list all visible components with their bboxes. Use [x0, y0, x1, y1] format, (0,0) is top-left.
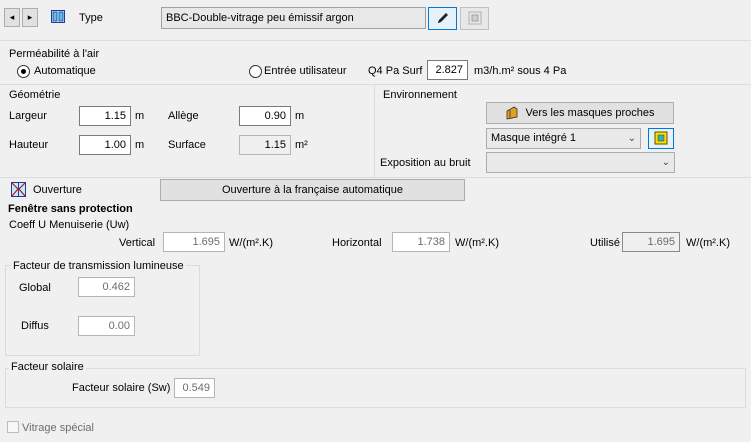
vertical-label: Vertical	[119, 237, 156, 249]
horizontal-label: Horizontal	[332, 237, 382, 249]
chevron-down-icon: ⌄	[627, 133, 636, 144]
window-title: Fenêtre sans protection	[8, 203, 133, 215]
opening-button[interactable]: Ouverture à la française automatique	[160, 179, 465, 201]
opening-icon	[11, 182, 26, 197]
largeur-field[interactable]: 1.15	[79, 106, 131, 126]
noise-label: Exposition au bruit	[380, 157, 471, 169]
air-group-title: Perméabilité à l'air	[9, 48, 100, 60]
nav-next-button[interactable]: ▸	[22, 8, 38, 27]
largeur-label: Largeur	[9, 110, 47, 122]
sw-value: 0.549	[182, 382, 210, 394]
chevron-right-icon: ▸	[27, 12, 33, 22]
masks-button-label: Vers les masques proches	[525, 107, 655, 119]
masks-button[interactable]: Vers les masques proches	[486, 102, 674, 124]
diffus-value: 0.00	[108, 320, 130, 332]
solar-title: Facteur solaire	[9, 361, 86, 373]
diffus-label: Diffus	[21, 320, 49, 332]
auto-radio-dot	[21, 69, 26, 74]
q4-unit: m3/h.m² sous 4 Pa	[474, 65, 567, 77]
pencil-icon	[437, 13, 448, 23]
geometry-env-divider	[374, 85, 375, 177]
environment-title: Environnement	[383, 89, 457, 101]
special-checkbox[interactable]	[7, 421, 19, 433]
used-unit: W/(m².K)	[686, 237, 730, 249]
type-label: Type	[79, 12, 103, 24]
global-field[interactable]: 0.462	[78, 277, 135, 297]
used-field: 1.695	[622, 232, 680, 252]
mask-edit-button[interactable]	[648, 128, 674, 149]
sw-field[interactable]: 0.549	[174, 378, 215, 398]
library-icon	[468, 11, 481, 25]
largeur-value: 1.15	[104, 110, 126, 122]
horizontal-unit: W/(m².K)	[455, 237, 499, 249]
mask-edit-icon	[654, 131, 668, 145]
noise-select[interactable]: ⌄	[486, 152, 675, 173]
user-radio[interactable]	[249, 65, 262, 78]
env-divider	[0, 177, 751, 178]
q4-label: Q4 Pa Surf	[368, 65, 423, 77]
global-label: Global	[19, 282, 51, 294]
q4-value: 2.827	[435, 64, 463, 76]
mask-select-value: Masque intégré 1	[491, 132, 576, 144]
mask-icon	[507, 106, 518, 120]
auto-radio-label[interactable]: Automatique	[34, 65, 96, 77]
used-label: Utilisé	[590, 237, 620, 249]
mask-select[interactable]: Masque intégré 1 ⌄	[486, 128, 641, 149]
user-radio-label[interactable]: Entrée utilisateur	[264, 65, 347, 77]
surface-field: 1.15	[239, 135, 291, 155]
type-value-text: BBC-Double-vitrage peu émissif argon	[166, 12, 354, 24]
header-divider	[0, 40, 751, 41]
horizontal-value: 1.738	[417, 236, 445, 248]
largeur-unit: m	[135, 110, 145, 122]
vertical-value: 1.695	[192, 236, 220, 248]
global-value: 0.462	[102, 281, 130, 293]
coeff-label: Coeff U Menuiserie (Uw)	[9, 219, 130, 231]
q4-field[interactable]: 2.827	[427, 60, 468, 80]
allege-unit: m	[295, 110, 305, 122]
surface-unit: m²	[295, 139, 308, 151]
chevron-down-icon: ⌄	[661, 157, 670, 168]
type-value-field[interactable]: BBC-Double-vitrage peu émissif argon	[161, 7, 426, 29]
auto-radio[interactable]	[17, 65, 30, 78]
hauteur-field[interactable]: 1.00	[79, 135, 131, 155]
chevron-left-icon: ◂	[9, 12, 15, 22]
sw-label: Facteur solaire (Sw)	[72, 382, 171, 394]
geometry-title: Géométrie	[9, 89, 61, 101]
hauteur-value: 1.00	[104, 139, 126, 151]
vertical-unit: W/(m².K)	[229, 237, 273, 249]
allege-field[interactable]: 0.90	[239, 106, 291, 126]
nav-prev-button[interactable]: ◂	[4, 8, 20, 27]
vertical-field[interactable]: 1.695	[163, 232, 225, 252]
surface-value: 1.15	[264, 139, 286, 151]
hauteur-label: Hauteur	[9, 139, 49, 151]
hauteur-unit: m	[135, 139, 145, 151]
edit-type-button[interactable]	[428, 7, 457, 30]
window-type-icon	[51, 10, 65, 23]
allege-label: Allège	[168, 110, 199, 122]
allege-value: 0.90	[264, 110, 286, 122]
used-value: 1.695	[647, 236, 675, 248]
air-divider	[0, 84, 751, 85]
surface-label: Surface	[168, 139, 206, 151]
light-title: Facteur de transmission lumineuse	[11, 260, 186, 272]
opening-button-label: Ouverture à la française automatique	[222, 184, 403, 196]
library-button[interactable]	[460, 7, 489, 30]
opening-label: Ouverture	[33, 184, 82, 196]
special-label: Vitrage spécial	[22, 422, 94, 434]
horizontal-field[interactable]: 1.738	[392, 232, 450, 252]
diffus-field[interactable]: 0.00	[78, 316, 135, 336]
